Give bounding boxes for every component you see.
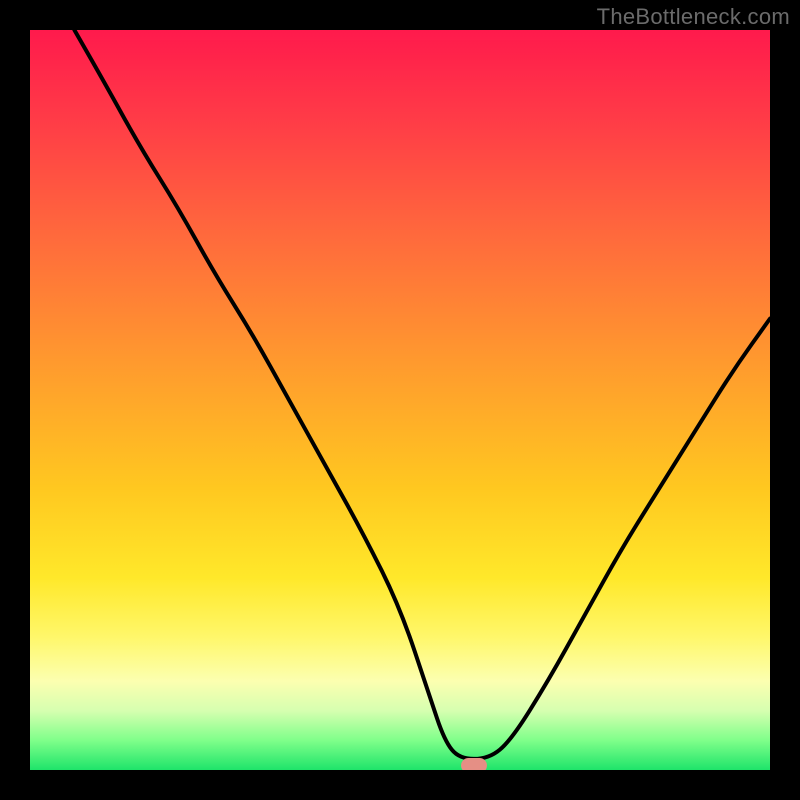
- watermark-text: TheBottleneck.com: [597, 4, 790, 30]
- chart-frame: TheBottleneck.com: [0, 0, 800, 800]
- plot-area: [30, 30, 770, 770]
- optimum-marker: [461, 758, 487, 770]
- bottleneck-curve: [30, 30, 770, 770]
